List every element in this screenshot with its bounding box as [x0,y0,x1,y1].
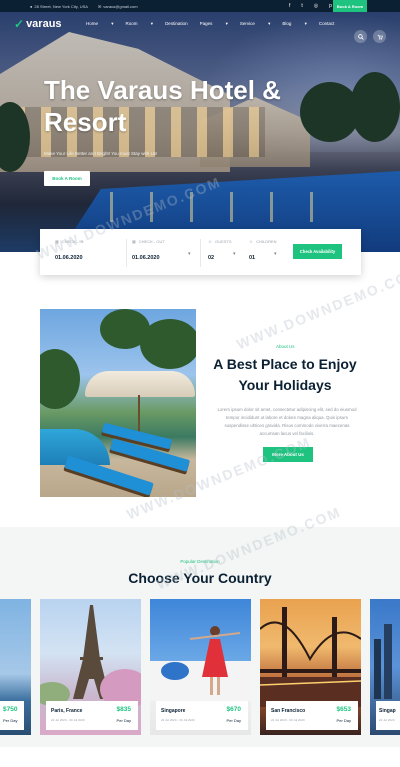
cart-button[interactable] [373,30,386,43]
countries-title: Choose Your Country [128,570,272,586]
hero-book-room-button[interactable]: Book A Room [44,171,90,186]
country-card[interactable]: Paris, France 22 Jul 2020 - 30 Jul 2020 … [40,599,141,735]
logo-text: Varaus [26,18,62,30]
checkin-label: CHECK - IN [61,239,84,244]
country-card[interactable]: $750 Per Day [0,599,31,735]
pinterest-icon[interactable]: p [329,3,332,9]
country-name: San Francisco [271,708,306,714]
country-per-day: Per Day [226,718,241,723]
country-dates: 22 Jul 2020 - 30 Jul 2020 [161,718,195,722]
about-title: A Best Place to Enjoy Your Holidays [213,356,357,393]
calendar-icon: ▦ [132,239,136,244]
palm-tree-image [140,319,196,369]
location-icon: ● [30,3,33,9]
main-menu: Home ▾ Room ▾ Destination Pages ▾ Servic… [86,21,346,27]
email-text[interactable]: varaus@gmail.com [103,4,137,9]
umbrella-image [85,371,195,397]
social-links: f t ◎ p [289,0,332,12]
chevron-down-icon[interactable]: ▾ [233,251,236,257]
country-name: Paris, France [51,708,83,714]
country-card-info: San Francisco 22 Jul 2020 - 30 Jul 2020 … [266,701,358,730]
address-text: 28 Street, New York City, USA [34,3,88,9]
logo[interactable]: ✓ Varaus [14,17,62,31]
about-tag: About Us [276,344,295,349]
main-header: ✓ Varaus Home ▾ Room ▾ Destination Pages… [0,12,400,43]
about-resort-image [40,309,196,497]
traveler-image [150,626,251,701]
menu-item-pages[interactable]: Pages ▾ [200,21,228,27]
hero-subtitle: Make Your Life Better and Bright! You mu… [44,151,158,156]
checkout-label: CHECK - OUT [138,239,165,244]
country-price: $653 [336,706,351,713]
country-price: $670 [226,706,241,713]
guests-value[interactable]: 02 [208,255,232,261]
cart-icon [377,34,383,40]
checkin-value[interactable]: 01.06.2020 [55,255,83,261]
country-card[interactable]: San Francisco 22 Jul 2020 - 30 Jul 2020 … [260,599,361,735]
search-button[interactable] [354,30,367,43]
eiffel-tower-image [40,605,141,709]
country-card[interactable]: Singap 22 Jul 2020 [370,599,400,735]
chevron-down-icon[interactable]: ▾ [188,251,191,257]
country-per-day: Per Day [116,718,131,723]
country-price: $750 [3,706,18,713]
country-dates: 22 Jul 2020 - 30 Jul 2020 [271,718,305,722]
country-card-info: $750 Per Day [0,701,24,730]
guests-field[interactable]: ☺ GUESTS 02 [208,239,232,261]
twitter-icon[interactable]: t [301,3,302,9]
country-price: $835 [116,706,131,713]
checkin-field[interactable]: ▦ CHECK - IN 01.06.2020 [55,239,83,261]
divider [200,239,201,267]
menu-item-blog[interactable]: Blog ▾ [282,21,307,27]
checkout-value[interactable]: 01.06.2020 [132,255,165,261]
address-item: ● 28 Street, New York City, USA [30,4,88,9]
top-book-room-button[interactable]: Book A Room [333,0,367,12]
menu-item-destination[interactable]: Destination [165,21,188,27]
country-name: Singapore [161,708,186,714]
user-icon: ☺ [208,239,213,244]
countries-tag: Popular Destination [180,559,220,564]
country-card-info: Singapore 22 Jul 2020 - 30 Jul 2020 $670… [156,701,248,730]
search-icon [357,33,364,40]
mail-icon: ✉ [97,3,102,9]
check-availability-button[interactable]: Check Availability [293,244,342,259]
logo-mark-icon: ✓ [14,17,25,31]
menu-item-home[interactable]: Home ▾ [86,21,114,27]
checkout-field[interactable]: ▦ CHECK - OUT 01.06.2020 [132,239,165,261]
tree-image [350,72,400,142]
country-per-day: Per Day [3,718,18,723]
country-card-info: Paris, France 22 Jul 2020 - 30 Jul 2020 … [46,701,138,730]
golden-gate-bridge-image [260,607,361,707]
menu-item-service[interactable]: Service ▾ [240,21,271,27]
chevron-down-icon[interactable]: ▾ [274,251,277,257]
divider [126,239,127,267]
country-per-day: Per Day [336,718,351,723]
palm-tree-image [40,349,80,409]
user-icon: ☺ [249,239,254,244]
children-value[interactable]: 01 [249,255,277,261]
country-card-info: Singap 22 Jul 2020 [376,701,400,730]
country-name: Singap [379,708,396,714]
watermark: WWW.DOWNDEMO.COM [234,263,400,353]
guests-label: GUESTS [215,239,232,244]
menu-item-contact[interactable]: Contact [319,21,335,27]
country-dates: 22 Jul 2020 - 30 Jul 2020 [51,718,85,722]
facebook-icon[interactable]: f [289,3,290,9]
menu-item-room[interactable]: Room ▾ [126,21,154,27]
more-about-us-button[interactable]: More About Us [263,447,313,462]
instagram-icon[interactable]: ◎ [314,3,318,9]
calendar-icon: ▦ [55,239,59,244]
pool-lights-image [110,192,340,222]
children-field[interactable]: ☺ CHILDREN 01 [249,239,277,261]
about-description: Lorem ipsum dolor sit amet, consectetur … [217,407,357,436]
country-dates: 22 Jul 2020 [379,718,395,722]
top-bar: ● 28 Street, New York City, USA ✉ varaus… [0,0,400,12]
hero-title: The Varaus Hotel & Resort [44,75,281,137]
email-item[interactable]: ✉ varaus@gmail.com [98,4,138,9]
country-card[interactable]: Singapore 22 Jul 2020 - 30 Jul 2020 $670… [150,599,251,735]
children-label: CHILDREN [256,239,277,244]
city-skyline-image [374,624,392,699]
